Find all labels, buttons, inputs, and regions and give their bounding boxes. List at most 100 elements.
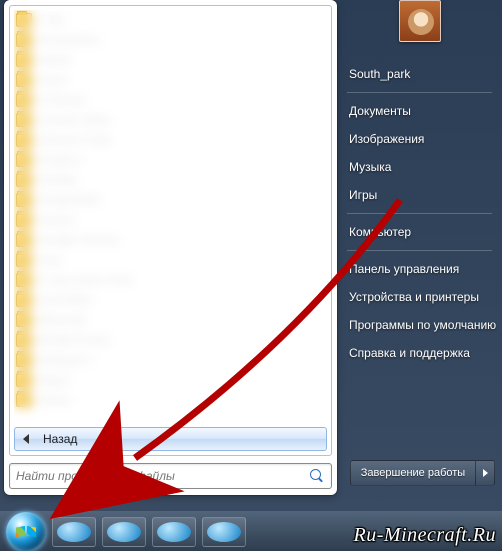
- right-panel-item[interactable]: Панель управления: [337, 255, 502, 283]
- program-folder-item[interactable]: Avast: [14, 70, 327, 90]
- program-label: Notepad++: [38, 353, 95, 367]
- program-folder-item[interactable]: LibreOffice: [14, 290, 327, 310]
- program-folder-item[interactable]: Accessories: [14, 30, 327, 50]
- program-label: Adobe: [38, 53, 71, 67]
- app-icon: [57, 522, 91, 542]
- program-label: Avast: [38, 73, 66, 87]
- folder-icon: [16, 373, 32, 387]
- program-label: Dropbox: [38, 153, 81, 167]
- folder-icon: [16, 273, 32, 287]
- shutdown-options-button[interactable]: [475, 460, 495, 486]
- right-panel-list: South_park ДокументыИзображенияМузыкаИгры…: [337, 60, 502, 367]
- folder-icon: [16, 113, 32, 127]
- right-panel-item[interactable]: Компьютер: [337, 218, 502, 246]
- taskbar-pinned-item[interactable]: [152, 517, 196, 547]
- folder-icon: [16, 193, 32, 207]
- folder-icon: [16, 333, 32, 347]
- chevron-left-icon: [23, 434, 29, 444]
- program-folder-item[interactable]: Adobe: [14, 50, 327, 70]
- right-panel-item[interactable]: Изображения: [337, 125, 502, 153]
- programs-list[interactable]: 7-Zip Accessories Adobe Avast CCleaner Counte…: [14, 10, 327, 427]
- separator: [347, 250, 492, 251]
- folder-icon: [16, 353, 32, 367]
- program-folder-item[interactable]: Minecraft: [14, 310, 327, 330]
- program-folder-item[interactable]: Foobar2000: [14, 190, 327, 210]
- program-folder-item[interactable]: CCleaner: [14, 90, 327, 110]
- folder-icon: [16, 73, 32, 87]
- folder-icon: [16, 13, 32, 27]
- program-folder-item[interactable]: Skype: [14, 370, 327, 390]
- program-label: Mozilla Firefox: [38, 333, 111, 347]
- program-folder-item[interactable]: Games: [14, 210, 327, 230]
- program-label: Java: [38, 253, 62, 267]
- folder-icon: [16, 153, 32, 167]
- shutdown-button[interactable]: Завершение работы: [350, 460, 475, 486]
- program-folder-item[interactable]: 7-Zip: [14, 10, 327, 30]
- taskbar-pinned-item[interactable]: [52, 517, 96, 547]
- program-label: Steam: [38, 393, 71, 407]
- right-panel-item[interactable]: Устройства и принтеры: [337, 283, 502, 311]
- program-label: Daemon Tools: [38, 133, 111, 147]
- program-label: K-Lite Codec Pack: [38, 273, 132, 287]
- search-row: [9, 456, 332, 490]
- program-folder-item[interactable]: Counter-Strike: [14, 110, 327, 130]
- folder-icon: [16, 293, 32, 307]
- right-panel-item[interactable]: Документы: [337, 97, 502, 125]
- right-panel-item[interactable]: Игры: [337, 181, 502, 209]
- program-label: Google Chrome: [38, 233, 119, 247]
- right-panel-item[interactable]: South_park: [337, 60, 502, 88]
- back-label: Назад: [43, 432, 77, 446]
- program-folder-item[interactable]: Daemon Tools: [14, 130, 327, 150]
- taskbar-pinned-item[interactable]: [102, 517, 146, 547]
- chevron-right-icon: [483, 469, 488, 477]
- program-folder-item[interactable]: Google Chrome: [14, 230, 327, 250]
- back-button[interactable]: Назад: [14, 427, 327, 451]
- program-label: Games: [38, 213, 75, 227]
- program-folder-item[interactable]: K-Lite Codec Pack: [14, 270, 327, 290]
- user-avatar-wrap: [337, 0, 502, 46]
- program-folder-item[interactable]: Steam: [14, 390, 327, 410]
- program-folder-item[interactable]: Dropbox: [14, 150, 327, 170]
- folder-icon: [16, 233, 32, 247]
- program-label: Foobar2000: [38, 193, 100, 207]
- all-programs-panel: 7-Zip Accessories Adobe Avast CCleaner Counte…: [9, 5, 332, 456]
- right-panel-item[interactable]: Программы по умолчанию: [337, 311, 502, 339]
- search-icon: [309, 468, 325, 484]
- right-panel-item[interactable]: Музыка: [337, 153, 502, 181]
- right-panel-item[interactable]: Справка и поддержка: [337, 339, 502, 367]
- program-folder-item[interactable]: Java: [14, 250, 327, 270]
- folder-icon: [16, 313, 32, 327]
- user-avatar[interactable]: [399, 0, 441, 42]
- taskbar-pinned-item[interactable]: [202, 517, 246, 547]
- folder-icon: [16, 393, 32, 407]
- program-folder-item[interactable]: Notepad++: [14, 350, 327, 370]
- folder-icon: [16, 213, 32, 227]
- program-label: CCleaner: [38, 93, 86, 107]
- search-box[interactable]: [9, 463, 332, 489]
- program-label: Accessories: [38, 33, 99, 47]
- program-label: LibreOffice: [38, 293, 93, 307]
- app-icon: [157, 522, 191, 542]
- app-icon: [107, 522, 141, 542]
- separator: [347, 92, 492, 93]
- folder-icon: [16, 173, 32, 187]
- folder-icon: [16, 93, 32, 107]
- program-folder-item[interactable]: Mozilla Firefox: [14, 330, 327, 350]
- start-right-panel: South_park ДокументыИзображенияМузыкаИгры…: [337, 0, 502, 495]
- screenshot-root: South_park ДокументыИзображенияМузыкаИгры…: [0, 0, 502, 551]
- program-label: FileZilla: [38, 173, 77, 187]
- program-folder-item[interactable]: FileZilla: [14, 170, 327, 190]
- start-orb[interactable]: [6, 512, 46, 551]
- folder-icon: [16, 53, 32, 67]
- folder-icon: [16, 33, 32, 47]
- program-label: 7-Zip: [38, 13, 64, 27]
- start-menu: 7-Zip Accessories Adobe Avast CCleaner Counte…: [4, 0, 337, 495]
- search-input[interactable]: [16, 469, 309, 483]
- app-icon: [207, 522, 241, 542]
- program-label: Counter-Strike: [38, 113, 111, 127]
- program-label: Skype: [38, 373, 70, 387]
- watermark: Ru-Minecraft.Ru: [354, 524, 496, 547]
- shutdown-row: Завершение работы: [350, 460, 495, 486]
- folder-icon: [16, 133, 32, 147]
- program-label: Minecraft: [38, 313, 85, 327]
